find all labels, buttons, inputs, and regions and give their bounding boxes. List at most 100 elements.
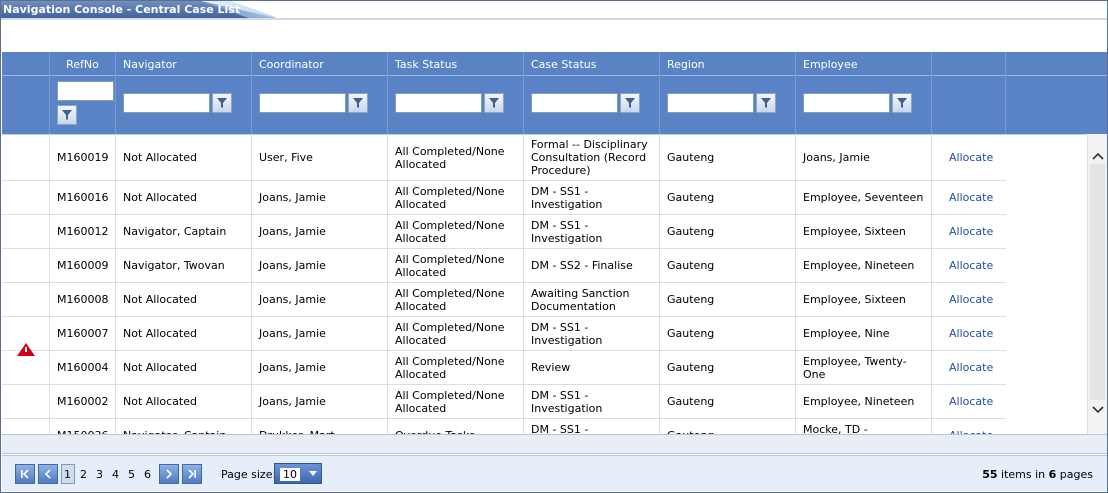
table-row[interactable]: M160008 Not Allocated Joans, Jamie All Comp… <box>2 283 1006 317</box>
refno-filter-input[interactable] <box>57 81 114 101</box>
row-indicator-cell <box>2 181 49 214</box>
filter-icon[interactable] <box>892 93 912 113</box>
column-header-action[interactable] <box>931 52 1005 76</box>
cell-refno: M160019 <box>49 135 115 180</box>
table-row[interactable]: M160007 Not Allocated Joans, Jamie All Comp… <box>2 317 1006 351</box>
table-row[interactable]: M160019 Not Allocated User, Five All Comple… <box>2 135 1006 181</box>
column-header-navigator[interactable]: Navigator <box>115 52 251 76</box>
page-number-2[interactable]: 2 <box>80 468 87 481</box>
cell-case_status: DM - SS1 - Investigation <box>523 215 659 248</box>
cell-case_status: Formal -- Disciplinary Consultation (Rec… <box>523 135 659 180</box>
table-row[interactable]: M160009 Navigator, Twovan Joans, Jamie All … <box>2 249 1006 283</box>
cell-navigator: Navigator, Twovan <box>115 249 251 282</box>
row-indicator-cell <box>2 419 49 434</box>
scroll-thumb[interactable] <box>1090 164 1105 400</box>
cell-refno: M160012 <box>49 215 115 248</box>
items-in-text: items in <box>1001 468 1046 481</box>
cell-coordinator: Joans, Jamie <box>251 249 387 282</box>
allocate-link[interactable]: Allocate <box>931 283 1005 316</box>
cell-employee: Employee, Sixteen <box>795 215 931 248</box>
vertical-scrollbar[interactable] <box>1087 134 1107 434</box>
filter-cell-case_status <box>523 76 659 134</box>
grid-filter-row <box>2 76 1107 134</box>
chevron-down-icon[interactable] <box>1088 402 1108 418</box>
case_status-filter-input[interactable] <box>531 93 618 113</box>
cell-employee: Employee, Nine <box>795 317 931 350</box>
chevron-up-icon[interactable] <box>1088 148 1108 164</box>
filter-icon[interactable] <box>756 93 776 113</box>
cell-task_status: All Completed/None Allocated <box>387 249 523 282</box>
window-title-tab: Navigation Console - Central Case List <box>1 1 281 19</box>
column-header-case_status[interactable]: Case Status <box>523 52 659 76</box>
cell-coordinator: Joans, Jamie <box>251 317 387 350</box>
cell-region: Gauteng <box>659 351 795 384</box>
table-row[interactable]: M160016 Not Allocated Joans, Jamie All Comp… <box>2 181 1006 215</box>
pager: 123456 Page size: 10 55 items in 6 pages <box>2 455 1107 491</box>
first-page-icon[interactable] <box>15 464 35 484</box>
cell-navigator: Not Allocated <box>115 317 251 350</box>
row-indicator-cell <box>2 135 49 180</box>
title-divider <box>1 18 1107 20</box>
page-number-3[interactable]: 3 <box>96 468 103 481</box>
allocate-link[interactable]: Allocate <box>931 135 1005 180</box>
column-header-refno[interactable]: RefNo <box>49 52 115 76</box>
filter-icon[interactable] <box>348 93 368 113</box>
allocate-link[interactable]: Allocate <box>931 215 1005 248</box>
filter-icon[interactable] <box>620 93 640 113</box>
filter-tail <box>1005 76 1105 134</box>
cell-navigator: Not Allocated <box>115 181 251 214</box>
allocate-link[interactable]: Allocate <box>931 181 1005 214</box>
cell-region: Gauteng <box>659 419 795 434</box>
last-page-icon[interactable] <box>182 464 202 484</box>
page-number-6[interactable]: 6 <box>144 468 151 481</box>
cell-task_status: All Completed/None Allocated <box>387 351 523 384</box>
cell-task_status: All Completed/None Allocated <box>387 215 523 248</box>
page-number-5[interactable]: 5 <box>128 468 135 481</box>
page-number-1[interactable]: 1 <box>61 464 75 484</box>
column-header-task_status[interactable]: Task Status <box>387 52 523 76</box>
grid-body[interactable]: M160019 Not Allocated User, Five All Comple… <box>2 134 1086 434</box>
window-frame: Navigation Console - Central Case List R… <box>0 0 1108 493</box>
column-header-region[interactable]: Region <box>659 52 795 76</box>
cell-coordinator: Joans, Jamie <box>251 351 387 384</box>
table-row[interactable]: M160012 Navigator, Captain Joans, Jamie All… <box>2 215 1006 249</box>
allocate-link[interactable]: Allocate <box>931 249 1005 282</box>
filter-cell-action <box>931 76 1005 134</box>
next-page-icon[interactable] <box>159 464 179 484</box>
cell-employee: Employee, Twenty-One <box>795 351 931 384</box>
employee-filter-input[interactable] <box>803 93 890 113</box>
prev-page-icon[interactable] <box>38 464 58 484</box>
page-number-4[interactable]: 4 <box>112 468 119 481</box>
page-count: 6 <box>1048 468 1057 481</box>
allocate-link[interactable]: Allocate <box>931 351 1005 384</box>
cell-task_status: All Completed/None Allocated <box>387 317 523 350</box>
table-row[interactable]: M150036Navigator, CaptainDrukker, MartOv… <box>2 419 1006 434</box>
cell-employee: Employee, Nineteen <box>795 249 931 282</box>
region-filter-input[interactable] <box>667 93 754 113</box>
allocate-link[interactable]: Allocate <box>931 385 1005 418</box>
coordinator-filter-input[interactable] <box>259 93 346 113</box>
window-title: Navigation Console - Central Case List <box>3 3 241 16</box>
page-size-select[interactable]: 10 <box>274 463 322 484</box>
filter-icon[interactable] <box>484 93 504 113</box>
filter-indicator-cell <box>2 76 49 134</box>
cell-employee: Joans, Jamie <box>795 135 931 180</box>
cell-coordinator: Joans, Jamie <box>251 283 387 316</box>
allocate-link[interactable]: Allocate <box>931 419 1005 434</box>
table-row[interactable]: M160004 Not Allocated Joans, Jamie All Comp… <box>2 351 1006 385</box>
task_status-filter-input[interactable] <box>395 93 482 113</box>
allocate-link[interactable]: Allocate <box>931 317 1005 350</box>
warning-icon <box>17 343 35 356</box>
filter-icon[interactable] <box>212 93 232 113</box>
cell-refno: M160007 <box>49 317 115 350</box>
cell-navigator: Navigator, Captain <box>115 215 251 248</box>
column-header-employee[interactable]: Employee <box>795 52 931 76</box>
column-header-coordinator[interactable]: Coordinator <box>251 52 387 76</box>
table-row[interactable]: M160002 Not Allocated Joans, Jamie All Comp… <box>2 385 1006 419</box>
navigator-filter-input[interactable] <box>123 93 210 113</box>
cell-employee: Mocke, TD - 00008112 <box>795 419 931 434</box>
cell-employee: Employee, Seventeen <box>795 181 931 214</box>
filter-icon[interactable] <box>57 105 77 125</box>
cell-employee: Employee, Nineteen <box>795 385 931 418</box>
filter-cell-navigator <box>115 76 251 134</box>
